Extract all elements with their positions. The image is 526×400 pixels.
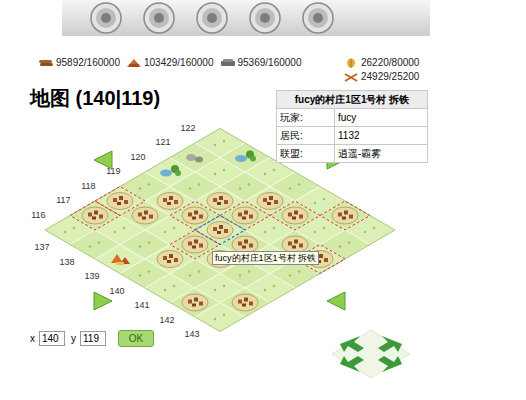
grass-icon[interactable] — [264, 285, 275, 291]
scroll-southwest-icon[interactable] — [94, 292, 112, 310]
grass-icon[interactable] — [264, 169, 275, 175]
grass-icon[interactable] — [289, 183, 300, 189]
resource-item: 95892/160000 — [38, 56, 120, 70]
move-north-west-icon[interactable] — [340, 336, 364, 352]
clay-icon — [126, 58, 142, 68]
iron-icon — [220, 58, 236, 68]
x-axis-label: 141 — [134, 300, 149, 310]
scroll-southeast-icon[interactable] — [327, 292, 345, 310]
y-axis-label: 119 — [106, 166, 120, 176]
alliance-village-icon[interactable] — [270, 201, 320, 230]
x-input[interactable] — [39, 331, 65, 346]
village-icon[interactable] — [257, 193, 283, 210]
village-icon[interactable] — [157, 251, 183, 268]
crop-icon — [343, 58, 359, 68]
village-icon[interactable] — [132, 207, 158, 224]
info-row: 联盟:逍遥-霸雾 — [277, 145, 428, 163]
grass-icon[interactable] — [314, 227, 325, 233]
resource-item: 103429/160000 — [126, 56, 214, 70]
x-axis-label: 140 — [109, 286, 124, 296]
grass-icon[interactable] — [214, 140, 225, 146]
grass-icon[interactable] — [64, 227, 75, 233]
move-south-east-icon[interactable] — [378, 356, 402, 372]
move-south-west-icon[interactable] — [340, 356, 364, 372]
grass-icon[interactable] — [189, 270, 200, 276]
resource-item: 95369/160000 — [220, 56, 302, 70]
resource-bar: 95892/160000 103429/160000 95369/160000 262… — [0, 56, 526, 84]
resources-nav-icon[interactable] — [143, 2, 175, 34]
camp-icon[interactable] — [111, 254, 130, 265]
grass-icon[interactable] — [139, 270, 150, 276]
map-navigation-pad — [330, 328, 412, 380]
info-row: 玩家:fucy — [277, 109, 428, 127]
grass-icon[interactable] — [164, 227, 175, 233]
map-canvas: 116 117 118 119 120 121 122 137 138 139 140 141 142 1… — [0, 84, 526, 398]
grass-icon[interactable] — [214, 314, 225, 320]
grass-icon[interactable] — [139, 241, 150, 247]
grass-icon[interactable] — [239, 183, 250, 189]
oasis-icon[interactable] — [235, 151, 256, 163]
village-icon[interactable] — [157, 193, 183, 210]
x-label: x — [30, 331, 35, 346]
grass-icon[interactable] — [214, 285, 225, 291]
village-icon[interactable] — [207, 193, 233, 210]
rocks-icon[interactable] — [186, 154, 203, 163]
grass-icon[interactable] — [164, 285, 175, 291]
y-label: y — [71, 331, 76, 346]
stats-nav-icon[interactable] — [249, 2, 281, 34]
grass-icon[interactable] — [364, 227, 375, 233]
x-axis-label: 137 — [34, 242, 49, 252]
grass-icon[interactable] — [339, 241, 350, 247]
x-axis-label: 142 — [159, 315, 174, 325]
village-icon[interactable] — [232, 294, 258, 311]
coordinate-form: x y OK — [30, 330, 154, 347]
wood-icon — [38, 58, 54, 68]
x-axis-label: 138 — [59, 257, 74, 267]
alliance-village-icon[interactable] — [320, 201, 370, 230]
map-area: 116 117 118 119 120 121 122 137 138 139 140 141 142 1… — [0, 84, 526, 400]
map-heading: 地图 (140|119) — [0, 84, 526, 110]
y-axis-label: 120 — [130, 152, 145, 162]
map-tooltip: fucy的村庄1区1号村 拆铁 — [212, 251, 319, 265]
game-page: 95892/160000 103429/160000 95369/160000 262… — [0, 0, 526, 400]
grass-icon[interactable] — [264, 227, 275, 233]
x-axis-label: 139 — [84, 271, 99, 281]
village-info-table: fucy的村庄1区1号村 拆铁玩家:fucy居民:1132联盟:逍遥-霸雾 — [276, 90, 428, 163]
reports-nav-icon[interactable] — [302, 2, 334, 34]
y-axis-label: 121 — [155, 137, 170, 147]
grass-icon[interactable] — [214, 169, 225, 175]
grass-icon[interactable] — [289, 270, 300, 276]
y-axis-label: 118 — [81, 181, 95, 191]
upkeep-icon — [343, 72, 359, 82]
grass-icon[interactable] — [139, 183, 150, 189]
resource-item: 24929/25200 — [343, 70, 419, 84]
top-nav-bar — [62, 0, 430, 36]
move-north-east-icon[interactable] — [378, 336, 402, 352]
info-title: fucy的村庄1区1号村 拆铁 — [277, 91, 428, 109]
grass-icon[interactable] — [89, 241, 100, 247]
x-axis-label: 143 — [184, 329, 199, 339]
grass-icon[interactable] — [114, 227, 125, 233]
y-axis-label: 116 — [31, 210, 45, 220]
village-icon[interactable] — [182, 294, 208, 311]
grass-icon[interactable] — [314, 198, 325, 204]
map-nav-icon[interactable] — [196, 2, 228, 34]
grass-icon[interactable] — [239, 270, 250, 276]
y-axis-label: 117 — [56, 195, 70, 205]
alliance-village-icon[interactable] — [70, 201, 120, 230]
y-input[interactable] — [80, 331, 106, 346]
oasis-icon[interactable] — [160, 165, 181, 177]
grass-icon[interactable] — [189, 183, 200, 189]
scroll-northwest-icon[interactable] — [94, 151, 112, 169]
resource-item: 26220/80000 — [343, 56, 419, 70]
y-axis-label: 122 — [180, 123, 195, 133]
village-nav-icon[interactable] — [90, 2, 122, 34]
info-row: 居民:1132 — [277, 127, 428, 145]
ok-button[interactable]: OK — [118, 330, 154, 347]
